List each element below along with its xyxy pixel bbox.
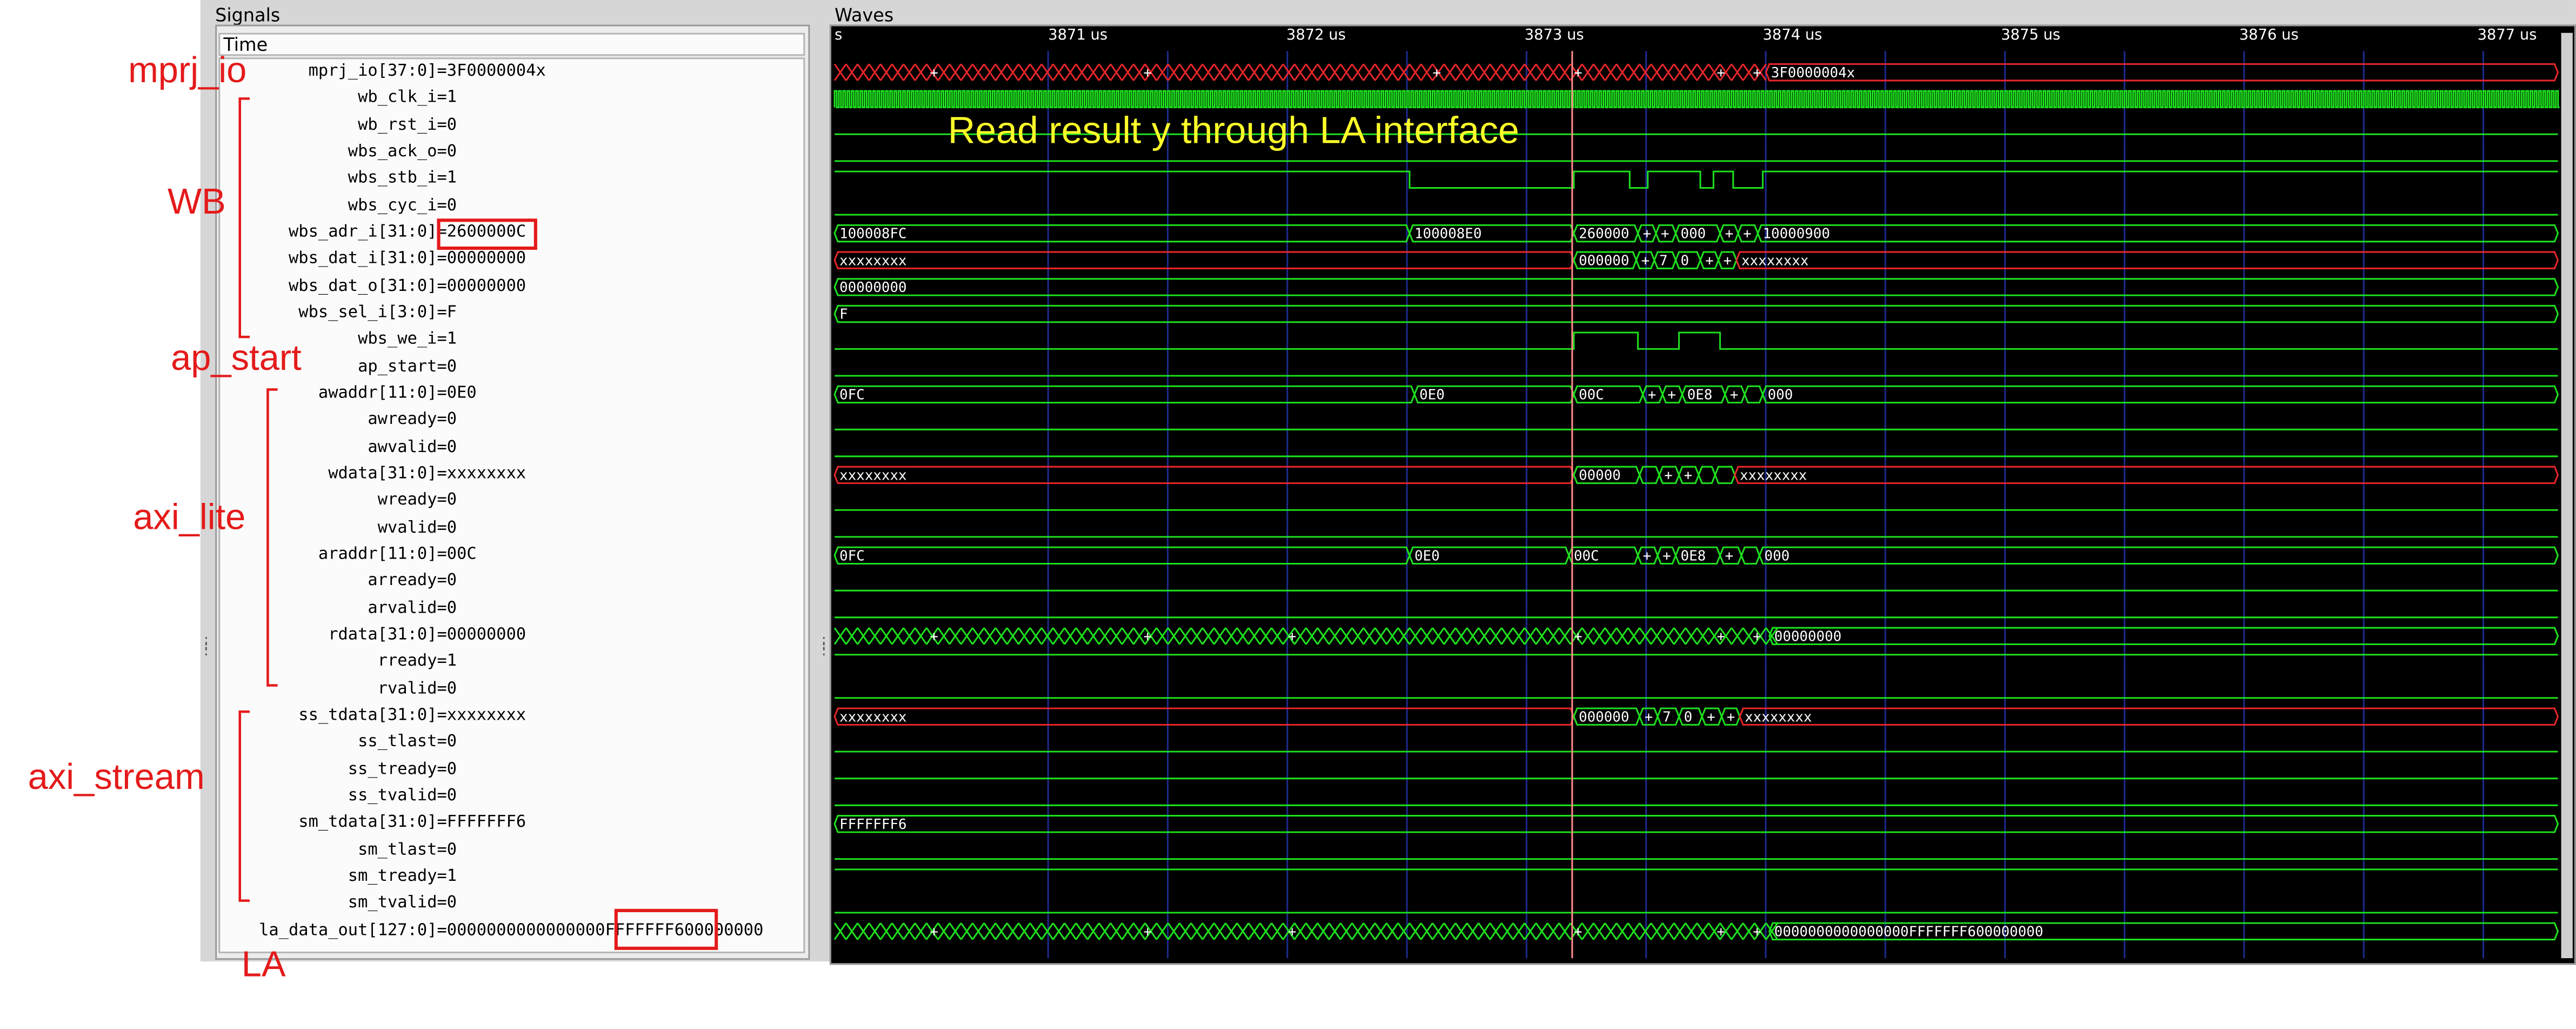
- highlight-wbs-adr-value: [437, 218, 537, 250]
- gtkwave-screenshot: Signals Waves Time mprj_io[37:0]=3F00000…: [0, 0, 2576, 1029]
- wb-bracket: [238, 97, 250, 338]
- axi-lite-bracket: [266, 388, 278, 687]
- highlight-la-data-value: [614, 908, 718, 950]
- axi-stream-bracket: [238, 710, 250, 902]
- annotation-brackets: [238, 97, 278, 902]
